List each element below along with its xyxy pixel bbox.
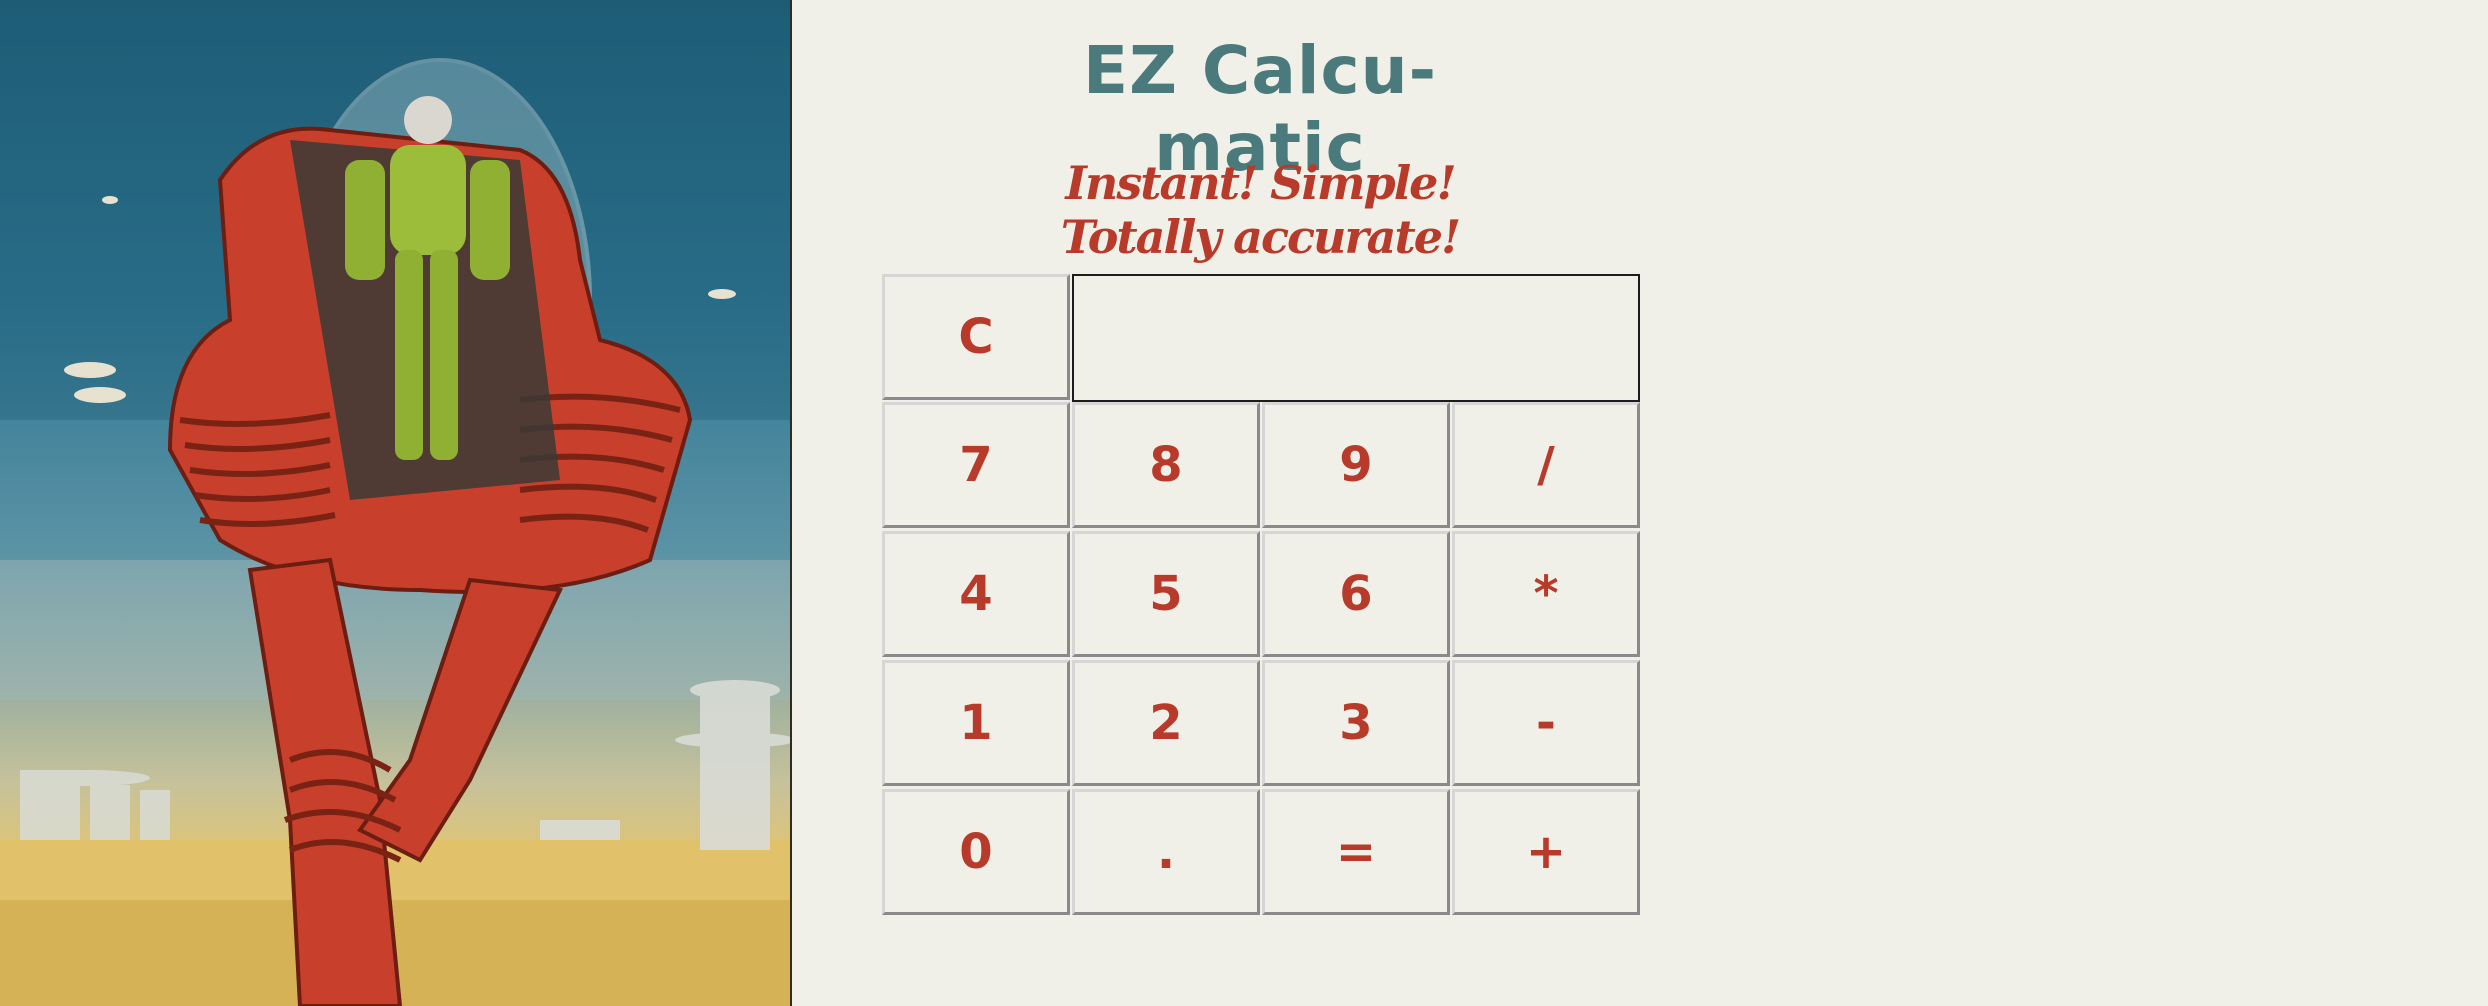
key-6[interactable]: 6 — [1262, 531, 1450, 657]
calculator-display — [1072, 274, 1640, 402]
key-0[interactable]: 0 — [882, 789, 1070, 915]
key-multiply[interactable]: * — [1452, 531, 1640, 657]
key-add[interactable]: + — [1452, 789, 1640, 915]
clear-button[interactable]: C — [882, 274, 1070, 400]
retro-robot-illustration — [0, 0, 792, 1006]
key-8[interactable]: 8 — [1072, 402, 1260, 528]
key-subtract[interactable]: - — [1452, 660, 1640, 786]
illustration-svg — [0, 0, 790, 1006]
key-equals[interactable]: = — [1262, 789, 1450, 915]
page: EZ Calcu-matic Instant! Simple! Totally … — [0, 0, 2488, 1006]
tagline: Instant! Simple! Totally accurate! — [1060, 156, 1461, 264]
calculator: C 7 8 9 / 4 5 6 * 1 2 3 - 0 . = + — [882, 274, 1640, 916]
key-7[interactable]: 7 — [882, 402, 1070, 528]
key-decimal[interactable]: . — [1072, 789, 1260, 915]
key-3[interactable]: 3 — [1262, 660, 1450, 786]
key-1[interactable]: 1 — [882, 660, 1070, 786]
key-4[interactable]: 4 — [882, 531, 1070, 657]
key-9[interactable]: 9 — [1262, 402, 1450, 528]
key-5[interactable]: 5 — [1072, 531, 1260, 657]
key-2[interactable]: 2 — [1072, 660, 1260, 786]
key-divide[interactable]: / — [1452, 402, 1640, 528]
